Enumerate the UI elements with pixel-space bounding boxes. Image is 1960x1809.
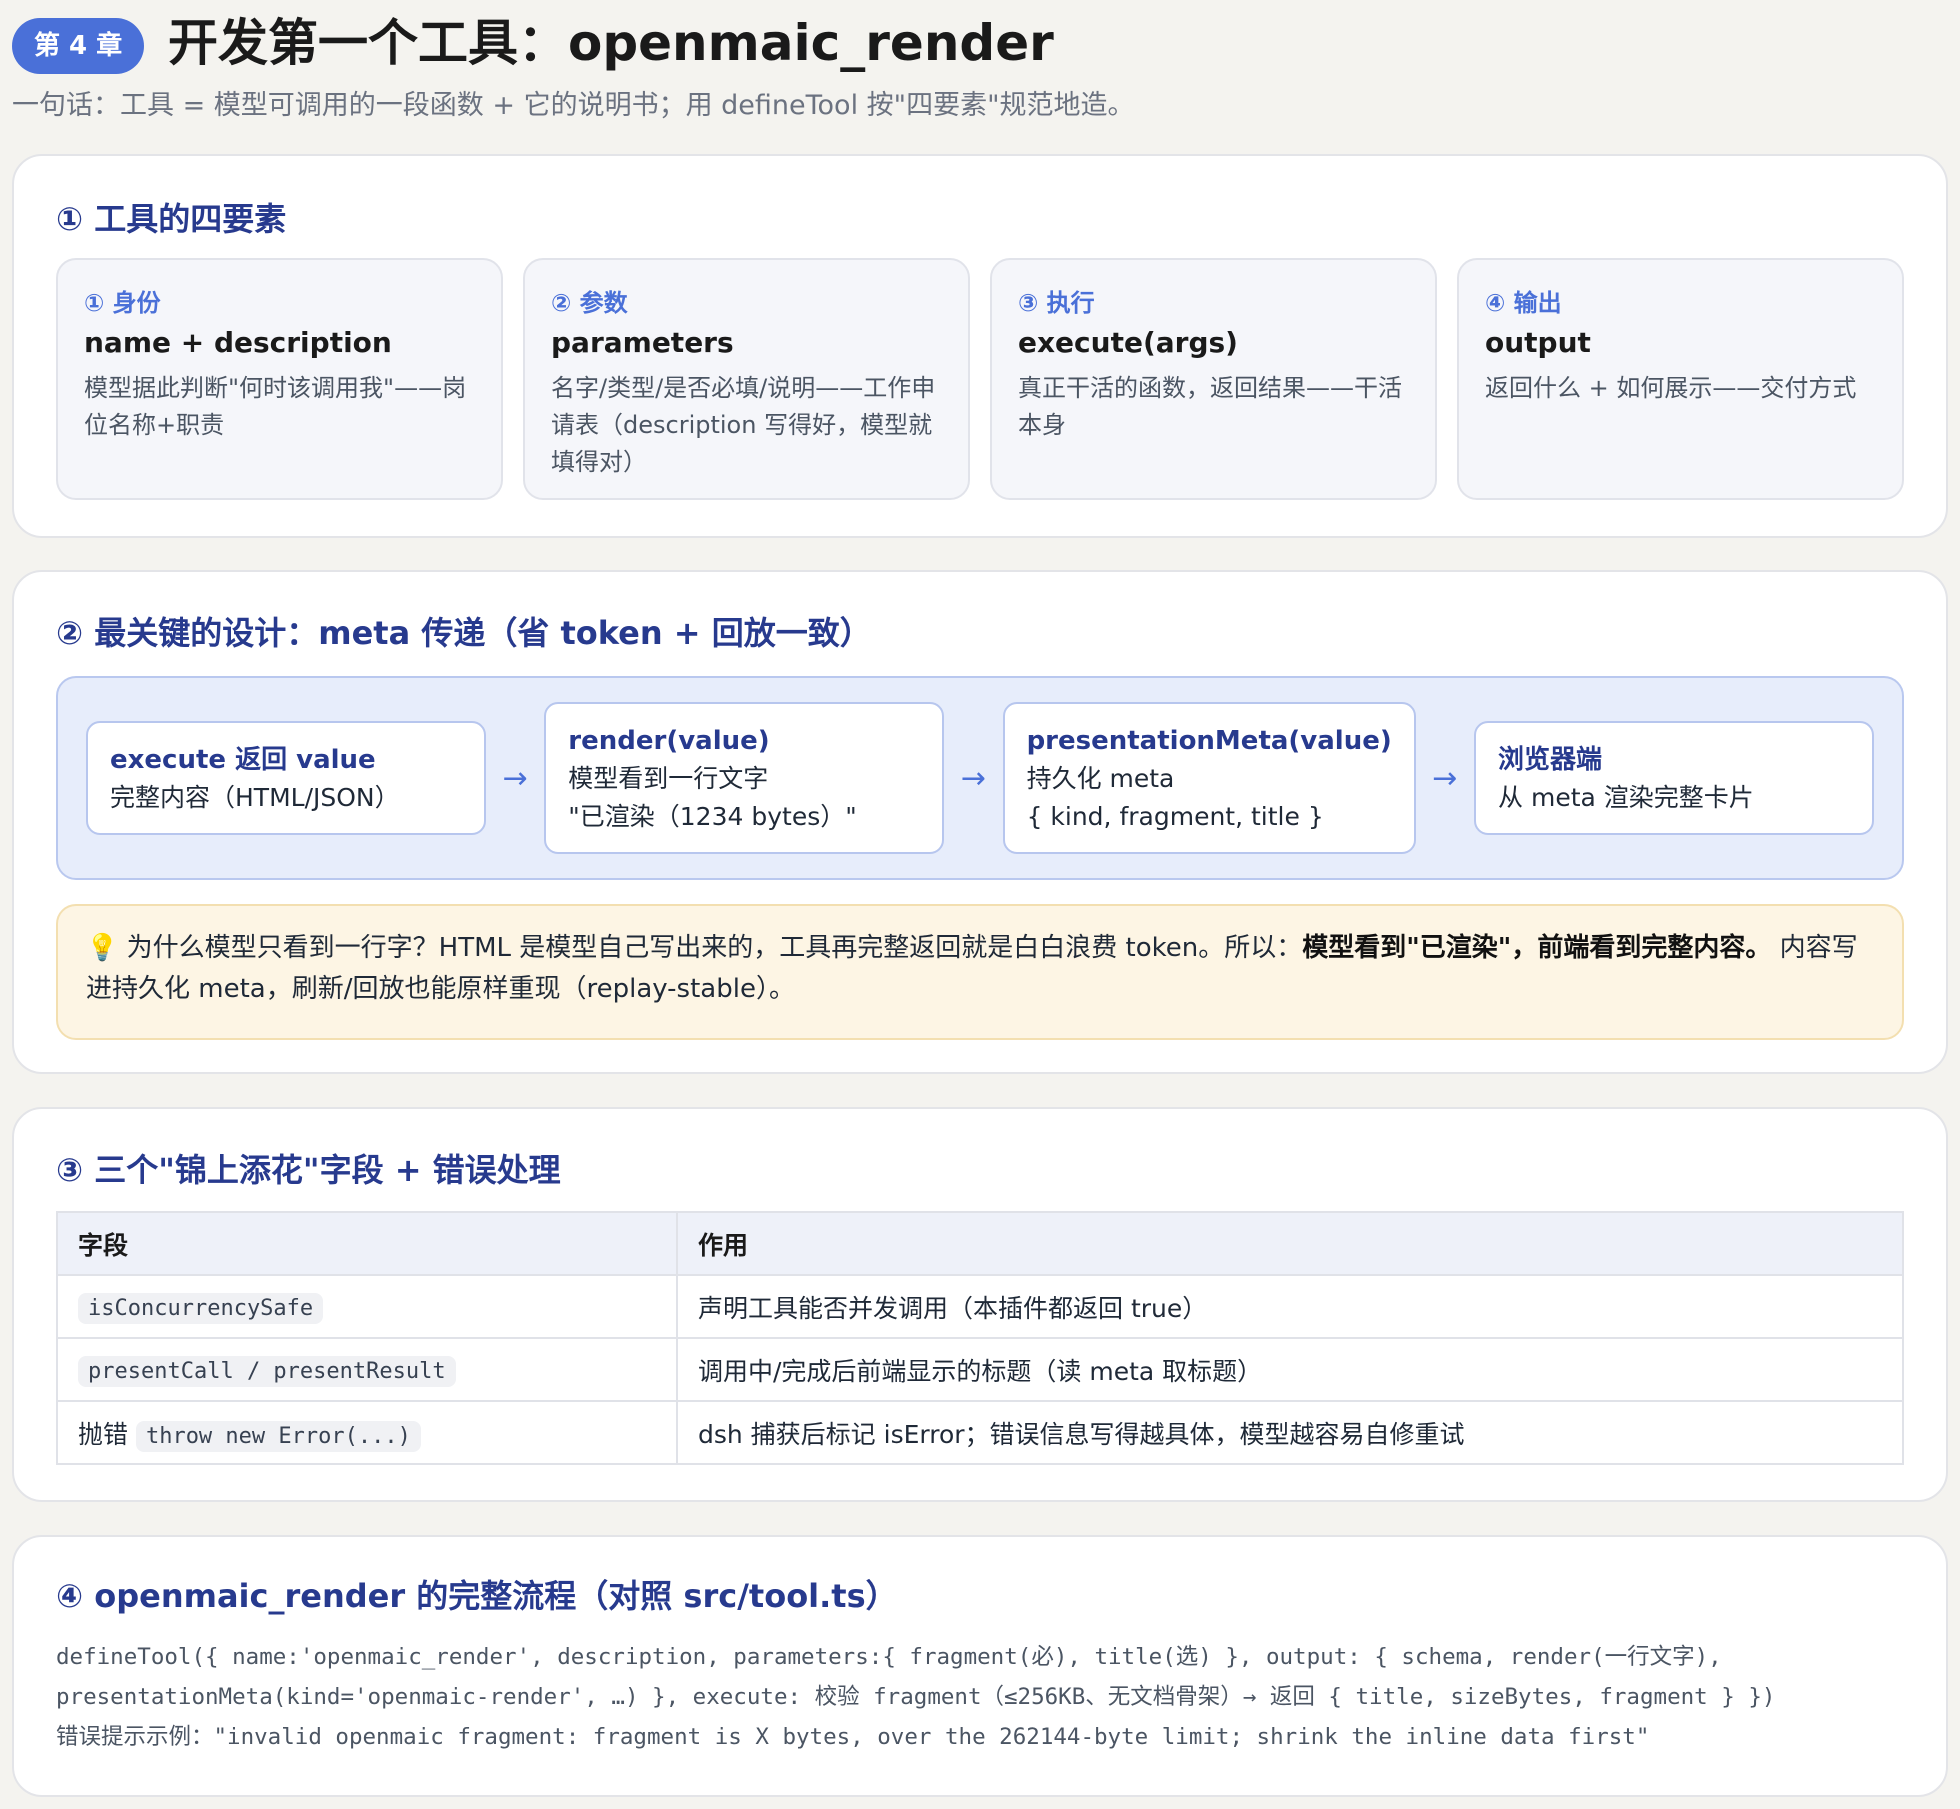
flow-step-line: 从 meta 渲染完整卡片 [1498, 783, 1754, 812]
page-title: 开发第一个工具：openmaic_render [168, 14, 1054, 72]
section-title: ② 最关键的设计：meta 传递（省 token + 回放一致） [56, 614, 872, 652]
element-description: 名字/类型/是否必填/说明——工作申请表（description 写得好，模型就… [551, 374, 936, 476]
code-line: presentationMeta(kind='openmaic-render',… [56, 1684, 1776, 1710]
element-name: name + description [84, 326, 392, 359]
section-four-elements: ① 工具的四要素 ① 身份 name + description 模型据此判断"… [12, 154, 1948, 538]
flow-step-line: 模型看到一行文字 [568, 764, 769, 793]
flow-step-title: render(value) [568, 726, 770, 756]
field-code: throw new Error(...) [135, 1420, 421, 1452]
element-card-identity: ① 身份 name + description 模型据此判断"何时该调用我"——… [56, 258, 503, 500]
section-title: ③ 三个"锦上添花"字段 + 错误处理 [56, 1151, 561, 1189]
chapter-badge: 第 4 章 [12, 18, 145, 74]
column-header-purpose: 作用 [676, 1211, 1904, 1276]
element-card-execute: ③ 执行 execute(args) 真正干活的函数，返回结果——干活本身 [990, 258, 1437, 500]
table-row: 抛错 throw new Error(...) dsh 捕获后标记 isErro… [56, 1400, 1904, 1465]
flow-step-title: execute 返回 value [110, 745, 376, 775]
column-header-field: 字段 [56, 1211, 678, 1276]
field-code: presentCall / presentResult [78, 1356, 456, 1387]
table-header-row: 字段 作用 [56, 1211, 1904, 1276]
flow-diagram: execute 返回 value 完整内容（HTML/JSON） → rende… [56, 676, 1904, 880]
element-description: 返回什么 + 如何展示——交付方式 [1485, 374, 1857, 402]
section-extra-fields: ③ 三个"锦上添花"字段 + 错误处理 字段 作用 isConcurrencyS… [12, 1107, 1948, 1502]
field-cell: 抛错 throw new Error(...) [56, 1400, 678, 1465]
element-description: 模型据此判断"何时该调用我"——岗位名称+职责 [84, 374, 467, 439]
elements-row: ① 身份 name + description 模型据此判断"何时该调用我"——… [56, 258, 1904, 500]
field-cell: presentCall / presentResult [56, 1337, 678, 1402]
field-prefix: 抛错 [78, 1419, 136, 1449]
flow-step-title: 浏览器端 [1498, 745, 1603, 775]
element-card-parameters: ② 参数 parameters 名字/类型/是否必填/说明——工作申请表（des… [523, 258, 970, 500]
section-title: ④ openmaic_render 的完整流程（对照 src/tool.ts） [56, 1577, 898, 1615]
lightbulb-icon: 💡 [86, 933, 119, 963]
note-text: 为什么模型只看到一行字？HTML 是模型自己写出来的，工具再完整返回就是白白浪费… [118, 933, 1303, 963]
flow-step-title: presentationMeta(value) [1026, 726, 1392, 756]
element-card-output: ④ 输出 output 返回什么 + 如何展示——交付方式 [1457, 258, 1904, 500]
flow-step-line: "已渲染（1234 bytes）" [568, 802, 857, 831]
element-number: ① 身份 [84, 289, 161, 317]
section-meta-passing: ② 最关键的设计：meta 传递（省 token + 回放一致） execute… [12, 570, 1948, 1074]
page-header: 第 4 章 开发第一个工具：openmaic_render 一句话：工具 = 模… [12, 8, 1948, 128]
flow-step-render: render(value) 模型看到一行文字 "已渲染（1234 bytes）" [544, 702, 945, 854]
purpose-cell: dsh 捕获后标记 isError；错误信息写得越具体，模型越容易自修重试 [676, 1400, 1904, 1465]
flow-step-line: 持久化 meta [1026, 764, 1175, 793]
element-number: ③ 执行 [1018, 289, 1095, 317]
code-block: defineTool({ name:'openmaic_render', des… [56, 1637, 1916, 1757]
element-name: execute(args) [1018, 326, 1238, 359]
flow-step-line: { kind, fragment, title } [1026, 802, 1324, 831]
code-line: defineTool({ name:'openmaic_render', des… [56, 1644, 1722, 1670]
flow-step-line: 完整内容（HTML/JSON） [110, 783, 400, 812]
element-number: ④ 输出 [1485, 289, 1562, 317]
code-line: 错误提示示例："invalid openmaic fragment: fragm… [56, 1724, 1650, 1750]
section-full-flow: ④ openmaic_render 的完整流程（对照 src/tool.ts） … [12, 1535, 1948, 1797]
arrow-right-icon: → [1432, 760, 1458, 796]
purpose-cell: 调用中/完成后前端显示的标题（读 meta 取标题） [676, 1337, 1904, 1402]
element-number: ② 参数 [551, 289, 628, 317]
arrow-right-icon: → [960, 760, 986, 796]
flow-step-presentation-meta: presentationMeta(value) 持久化 meta { kind,… [1002, 702, 1416, 854]
table-row: presentCall / presentResult 调用中/完成后前端显示的… [56, 1337, 1904, 1402]
purpose-cell: 声明工具能否并发调用（本插件都返回 true） [676, 1274, 1904, 1339]
tip-note: 💡 为什么模型只看到一行字？HTML 是模型自己写出来的，工具再完整返回就是白白… [56, 904, 1904, 1040]
section-title: ① 工具的四要素 [56, 200, 287, 238]
element-description: 真正干活的函数，返回结果——干活本身 [1018, 374, 1402, 439]
field-cell: isConcurrencySafe [56, 1274, 678, 1339]
table-row: isConcurrencySafe 声明工具能否并发调用（本插件都返回 true… [56, 1274, 1904, 1339]
note-emphasis: 模型看到"已渲染"，前端看到完整内容。 [1302, 933, 1772, 963]
fields-table: 字段 作用 isConcurrencySafe 声明工具能否并发调用（本插件都返… [56, 1211, 1904, 1465]
field-code: isConcurrencySafe [78, 1293, 324, 1324]
arrow-right-icon: → [502, 760, 528, 796]
flow-step-execute: execute 返回 value 完整内容（HTML/JSON） [86, 721, 486, 835]
element-name: parameters [551, 326, 734, 359]
flow-step-browser: 浏览器端 从 meta 渲染完整卡片 [1474, 721, 1875, 835]
element-name: output [1485, 326, 1591, 359]
page-subtitle: 一句话：工具 = 模型可调用的一段函数 + 它的说明书；用 defineTool… [12, 90, 1135, 121]
